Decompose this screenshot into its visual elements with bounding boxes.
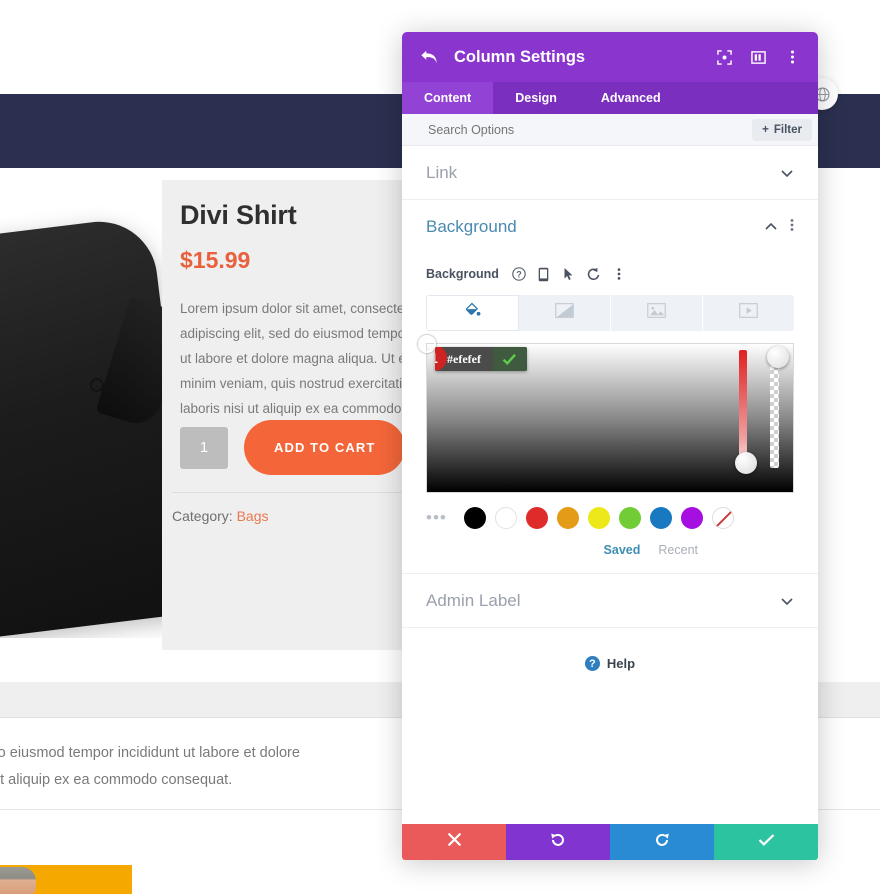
quantity-stepper[interactable]: 1 bbox=[180, 426, 228, 469]
swatch-green[interactable] bbox=[618, 507, 641, 529]
section-admin-label-title: Admin Label bbox=[426, 590, 521, 610]
background-field-label: Background bbox=[426, 267, 499, 281]
layout-columns-icon[interactable] bbox=[750, 49, 766, 65]
section-link[interactable]: Link bbox=[402, 146, 818, 200]
background-field-header: Background ? bbox=[426, 260, 794, 288]
swatch-red[interactable] bbox=[525, 507, 548, 529]
column-settings-modal: Column Settings Content Design Advanced … bbox=[402, 32, 818, 860]
modal-footer bbox=[402, 824, 818, 860]
cart-controls: 1 ADD TO CART bbox=[180, 420, 406, 475]
section-admin-label[interactable]: Admin Label bbox=[402, 574, 818, 628]
kebab-menu-icon[interactable] bbox=[784, 49, 800, 65]
tab-design[interactable]: Design bbox=[493, 82, 579, 114]
section-background: Background Background ? #efefef ••• Save… bbox=[402, 200, 818, 574]
cancel-button[interactable] bbox=[402, 824, 506, 860]
hue-slider-handle[interactable] bbox=[735, 452, 757, 474]
undo-icon bbox=[550, 832, 566, 853]
swatch-blue[interactable] bbox=[649, 507, 672, 529]
color-swatches: ••• bbox=[426, 507, 794, 529]
back-arrow-icon[interactable] bbox=[420, 48, 438, 66]
section-background-header[interactable]: Background bbox=[402, 200, 818, 254]
modal-body: Link Background Background ? #efefef •••… bbox=[402, 146, 818, 824]
hover-cursor-icon[interactable] bbox=[562, 267, 576, 282]
gradient-icon bbox=[555, 303, 574, 323]
swatch-orange[interactable] bbox=[556, 507, 579, 529]
modal-header-actions bbox=[716, 49, 800, 65]
hex-confirm-button[interactable] bbox=[492, 347, 527, 371]
swatch-black[interactable] bbox=[463, 507, 486, 529]
help-icon[interactable]: ? bbox=[512, 267, 526, 282]
hex-input-chip: 1 #efefef bbox=[435, 347, 527, 371]
fullscreen-icon[interactable] bbox=[716, 49, 732, 65]
close-x-icon bbox=[447, 832, 462, 852]
save-button[interactable] bbox=[714, 824, 818, 860]
undo-button[interactable] bbox=[506, 824, 610, 860]
tab-advanced[interactable]: Advanced bbox=[579, 82, 683, 114]
palette-tabs: Saved Recent bbox=[426, 543, 794, 557]
kebab-menu-icon[interactable] bbox=[790, 218, 794, 237]
filter-button-label: Filter bbox=[773, 123, 802, 136]
bg-type-video[interactable] bbox=[703, 295, 794, 331]
swatch-yellow[interactable] bbox=[587, 507, 610, 529]
bg-type-gradient[interactable] bbox=[519, 295, 611, 331]
redo-icon bbox=[654, 832, 670, 853]
screenshot-root: Divi Shirt $15.99 Lorem ipsum dolor sit … bbox=[0, 0, 880, 894]
bottom-photo bbox=[0, 865, 132, 894]
chevron-down-icon[interactable] bbox=[780, 166, 794, 180]
picker-handle[interactable] bbox=[418, 335, 436, 353]
chevron-down-icon[interactable] bbox=[780, 594, 794, 608]
responsive-mobile-icon[interactable] bbox=[537, 267, 551, 282]
search-options-bar: + Filter bbox=[402, 114, 818, 146]
modal-title: Column Settings bbox=[454, 47, 586, 66]
add-to-cart-button[interactable]: ADD TO CART bbox=[244, 420, 406, 475]
plus-icon: + bbox=[762, 123, 769, 136]
video-icon bbox=[739, 303, 758, 323]
category-label: Category: bbox=[172, 508, 233, 524]
hue-slider[interactable] bbox=[739, 350, 747, 468]
chevron-up-icon[interactable] bbox=[764, 220, 778, 234]
search-input[interactable] bbox=[426, 121, 753, 138]
svg-text:?: ? bbox=[516, 269, 522, 279]
shirt-photo bbox=[0, 215, 170, 638]
swatch-purple[interactable] bbox=[680, 507, 703, 529]
product-image[interactable] bbox=[0, 178, 170, 638]
magnifier-icon[interactable] bbox=[88, 376, 110, 398]
section-background-actions bbox=[764, 218, 794, 237]
tab-content[interactable]: Content bbox=[402, 82, 494, 114]
image-icon bbox=[647, 303, 666, 323]
check-icon bbox=[758, 833, 775, 852]
background-type-tabs bbox=[426, 295, 794, 331]
hand-photo bbox=[0, 867, 36, 894]
alpha-slider[interactable] bbox=[770, 358, 779, 468]
color-picker: 1 #efefef bbox=[418, 335, 794, 493]
swatch-none[interactable] bbox=[711, 507, 734, 529]
bg-type-image[interactable] bbox=[611, 295, 703, 331]
category-link[interactable]: Bags bbox=[237, 508, 269, 524]
section-link-title: Link bbox=[426, 162, 458, 182]
help-row[interactable]: ? Help bbox=[402, 628, 818, 671]
modal-tabbar: Content Design Advanced bbox=[402, 82, 818, 114]
redo-button[interactable] bbox=[610, 824, 714, 860]
question-icon: ? bbox=[584, 656, 600, 671]
alpha-slider-handle[interactable] bbox=[767, 346, 789, 368]
filter-button[interactable]: + Filter bbox=[752, 118, 812, 141]
section-background-title: Background bbox=[426, 217, 517, 236]
help-label: Help bbox=[606, 656, 636, 671]
swatch-white[interactable] bbox=[494, 507, 517, 529]
background-controls: Background ? #efefef ••• Saved Recent bbox=[402, 254, 818, 574]
saved-tab[interactable]: Saved bbox=[604, 543, 641, 557]
ellipsis-icon[interactable]: ••• bbox=[426, 508, 447, 528]
bg-type-color[interactable] bbox=[426, 295, 519, 331]
product-category: Category: Bags bbox=[172, 508, 269, 524]
modal-header: Column Settings bbox=[402, 32, 818, 82]
reset-icon[interactable] bbox=[587, 267, 601, 282]
recent-tab[interactable]: Recent bbox=[658, 543, 698, 557]
kebab-menu-icon[interactable] bbox=[612, 267, 626, 282]
paint-bucket-icon bbox=[464, 302, 481, 324]
